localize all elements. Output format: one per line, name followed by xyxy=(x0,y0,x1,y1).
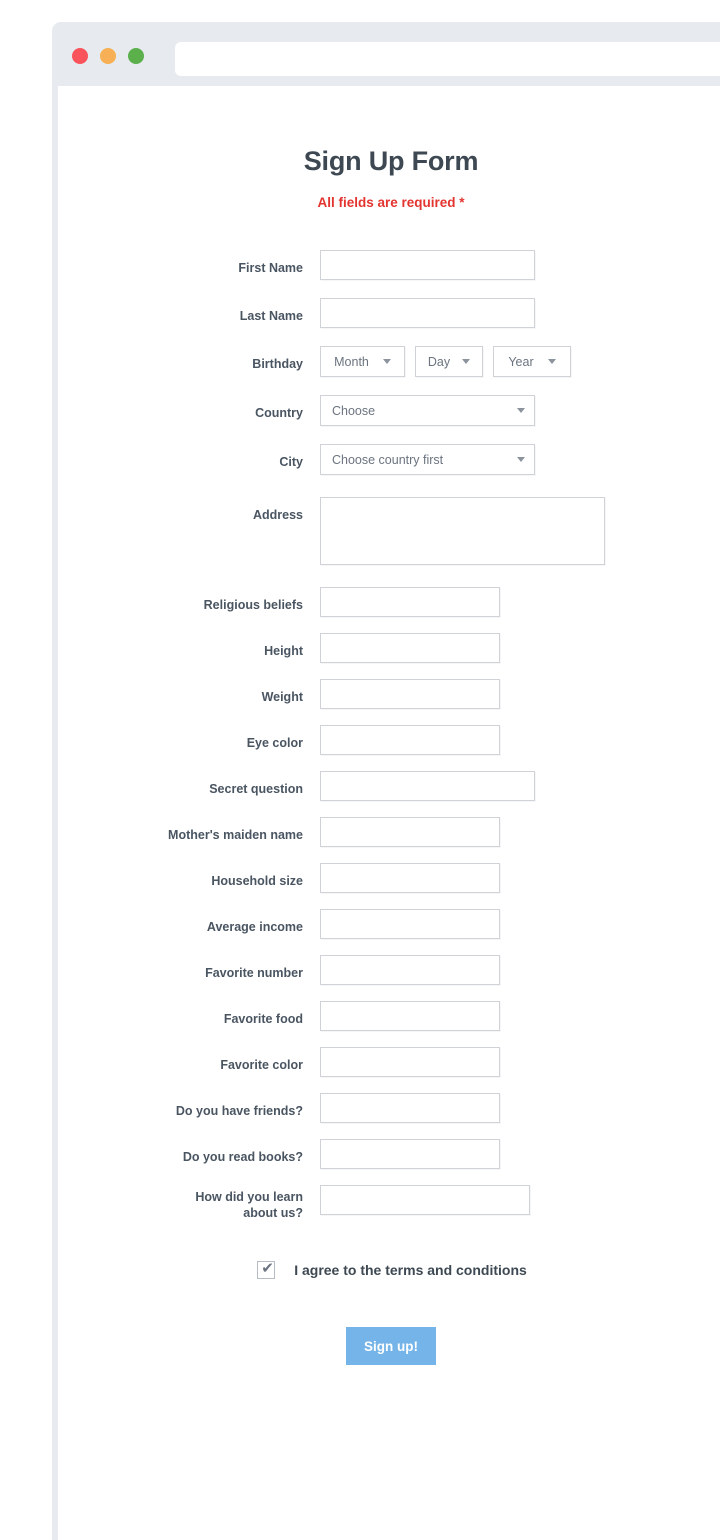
form-row-favorite-number: Favorite number xyxy=(58,955,720,985)
label-religious-beliefs: Religious beliefs xyxy=(203,598,303,612)
form-row-secret-question: Secret question xyxy=(58,771,720,801)
birthday-year-value: Year xyxy=(508,354,534,369)
label-favorite-number: Favorite number xyxy=(205,966,303,980)
last-name-input[interactable] xyxy=(320,298,535,328)
household-size-input[interactable] xyxy=(320,863,500,893)
chevron-down-icon xyxy=(382,359,391,364)
form-row-last-name: Last Name xyxy=(58,298,720,328)
form-row-learn-about-us: How did you learn about us? xyxy=(58,1185,720,1221)
religious-beliefs-input[interactable] xyxy=(320,587,500,617)
label-secret-question: Secret question xyxy=(209,782,303,796)
city-value: Choose country first xyxy=(332,452,444,467)
favorite-number-input[interactable] xyxy=(320,955,500,985)
form-row-country: Country Choose xyxy=(58,395,720,426)
chevron-down-icon xyxy=(462,359,471,364)
form-row-have-friends: Do you have friends? xyxy=(58,1093,720,1123)
read-books-input[interactable] xyxy=(320,1139,500,1169)
required-fields-notice: All fields are required * xyxy=(317,195,465,210)
label-learn-about-us-line2: about us? xyxy=(243,1206,303,1220)
terms-agreement-label: I agree to the terms and conditions xyxy=(294,1262,527,1278)
form-row-address: Address xyxy=(58,497,720,565)
sign-up-button[interactable]: Sign up! xyxy=(346,1327,436,1365)
form-row-favorite-color: Favorite color xyxy=(58,1047,720,1077)
form-row-household-size: Household size xyxy=(58,863,720,893)
url-bar[interactable] xyxy=(175,42,720,76)
form-row-favorite-food: Favorite food xyxy=(58,1001,720,1031)
mothers-maiden-name-input[interactable] xyxy=(320,817,500,847)
label-favorite-food: Favorite food xyxy=(223,1012,303,1026)
label-favorite-color: Favorite color xyxy=(220,1058,303,1072)
form-row-city: City Choose country first xyxy=(58,444,720,475)
form-row-eye-color: Eye color xyxy=(58,725,720,755)
birthday-year-select[interactable]: Year xyxy=(493,346,571,377)
favorite-color-input[interactable] xyxy=(320,1047,500,1077)
form-row-average-income: Average income xyxy=(58,909,720,939)
label-household-size: Household size xyxy=(211,874,303,888)
secret-question-input[interactable] xyxy=(320,771,535,801)
label-first-name: First Name xyxy=(238,261,303,275)
form-row-birthday: Birthday Month Day Year xyxy=(58,346,720,377)
terms-agreement-checkbox[interactable]: ✔ xyxy=(257,1260,276,1279)
traffic-light-buttons xyxy=(72,48,144,64)
form-row-height: Height xyxy=(58,633,720,663)
label-last-name: Last Name xyxy=(239,309,303,323)
checkmark-icon: ✔ xyxy=(261,1260,274,1277)
form-row-mothers-maiden-name: Mother's maiden name xyxy=(58,817,720,847)
page-title: Sign Up Form xyxy=(303,146,479,176)
country-value: Choose xyxy=(332,403,376,418)
label-address: Address xyxy=(252,508,303,522)
eye-color-input[interactable] xyxy=(320,725,500,755)
submit-row: Sign up! xyxy=(58,1327,720,1365)
label-eye-color: Eye color xyxy=(246,736,303,750)
country-select[interactable]: Choose xyxy=(320,395,535,426)
city-select[interactable]: Choose country first xyxy=(320,444,535,475)
form-header: Sign Up Form All fields are required * xyxy=(58,86,720,210)
address-textarea[interactable] xyxy=(320,497,605,565)
average-income-input[interactable] xyxy=(320,909,500,939)
maximize-window-icon[interactable] xyxy=(128,48,144,64)
label-weight: Weight xyxy=(261,690,303,704)
birthday-month-value: Month xyxy=(334,354,369,369)
close-window-icon[interactable] xyxy=(72,48,88,64)
label-city: City xyxy=(279,455,303,469)
browser-chrome xyxy=(52,22,720,86)
form-row-weight: Weight xyxy=(58,679,720,709)
form-row-first-name: First Name xyxy=(58,250,720,280)
label-height: Height xyxy=(264,644,303,658)
birthday-month-select[interactable]: Month xyxy=(320,346,405,377)
signup-form: First Name Last Name Birthday Month Day … xyxy=(58,210,720,1365)
label-mothers-maiden-name: Mother's maiden name xyxy=(168,828,303,842)
chevron-down-icon xyxy=(517,408,525,413)
terms-agreement-row: ✔ I agree to the terms and conditions xyxy=(58,1260,720,1279)
page-viewport: Sign Up Form All fields are required * F… xyxy=(52,86,720,1540)
have-friends-input[interactable] xyxy=(320,1093,500,1123)
form-row-read-books: Do you read books? xyxy=(58,1139,720,1169)
label-have-friends: Do you have friends? xyxy=(175,1104,303,1118)
label-country: Country xyxy=(255,406,303,420)
minimize-window-icon[interactable] xyxy=(100,48,116,64)
favorite-food-input[interactable] xyxy=(320,1001,500,1031)
weight-input[interactable] xyxy=(320,679,500,709)
label-birthday: Birthday xyxy=(252,357,303,371)
birthday-day-value: Day xyxy=(427,354,451,369)
label-learn-about-us: How did you learn about us? xyxy=(58,1185,320,1221)
learn-about-us-input[interactable] xyxy=(320,1185,530,1215)
label-average-income: Average income xyxy=(206,920,303,934)
chevron-down-icon xyxy=(547,359,556,364)
label-learn-about-us-line1: How did you learn xyxy=(195,1190,303,1204)
form-row-religious-beliefs: Religious beliefs xyxy=(58,587,720,617)
chevron-down-icon xyxy=(517,457,525,462)
birthday-day-select[interactable]: Day xyxy=(415,346,483,377)
label-read-books: Do you read books? xyxy=(182,1150,303,1164)
height-input[interactable] xyxy=(320,633,500,663)
browser-window: Sign Up Form All fields are required * F… xyxy=(52,22,720,1540)
first-name-input[interactable] xyxy=(320,250,535,280)
